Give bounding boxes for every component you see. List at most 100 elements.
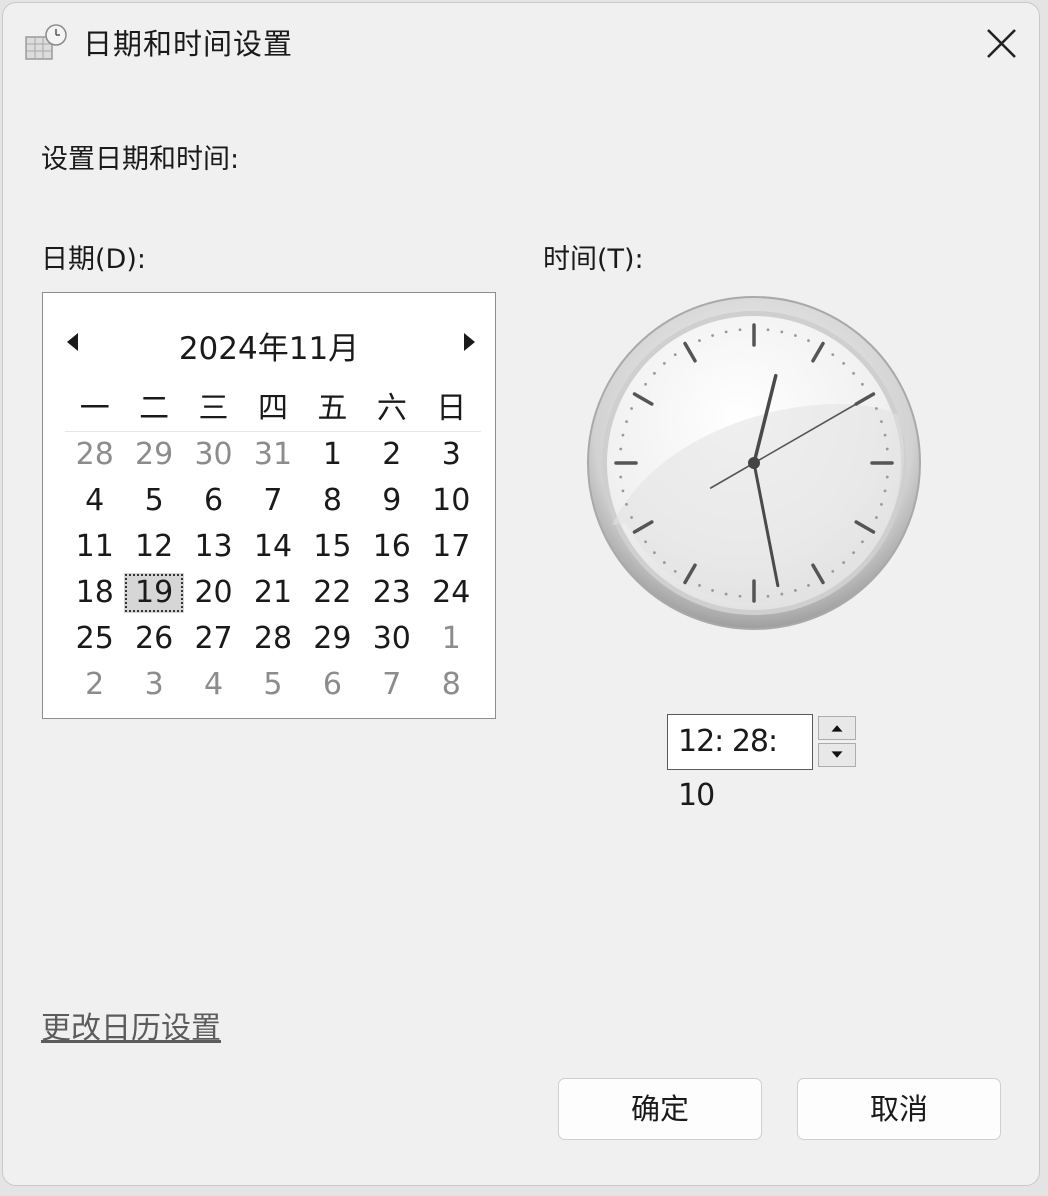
calendar-day[interactable]: 3	[124, 665, 183, 705]
date-time-settings-icon	[25, 24, 67, 60]
calendar-week-row: 25 26 27 28 29 30 1	[65, 616, 481, 662]
weekday-label: 三	[198, 391, 229, 426]
minute-dot	[738, 328, 742, 332]
calendar-day[interactable]: 30	[184, 435, 243, 475]
calendar-day[interactable]: 6	[303, 665, 362, 705]
weekday-label: 一	[79, 391, 110, 426]
calendar-day[interactable]: 20	[184, 573, 243, 613]
calendar-day[interactable]: 5	[124, 481, 183, 521]
calendar-day[interactable]: 15	[303, 527, 362, 567]
calendar-day[interactable]: 4	[184, 665, 243, 705]
minute-dot	[766, 328, 770, 332]
minute-dot	[621, 433, 625, 437]
calendar-week-row: 2345678	[65, 662, 481, 708]
calendar-day[interactable]: 7	[362, 665, 421, 705]
next-month-icon[interactable]	[451, 321, 485, 363]
analog-clock	[587, 296, 921, 630]
calendar-day[interactable]: 25	[65, 619, 124, 659]
month-calendar[interactable]: 2024年11月 一二三四五六日 28 29 30 31 1 2 3 4 5 6 7 8 9 10 11 12 1…	[42, 292, 496, 719]
calendar-day[interactable]: 28	[65, 435, 124, 475]
minute-dot	[880, 503, 883, 506]
calendar-day[interactable]: 23	[362, 573, 421, 613]
calendar-day[interactable]: 8	[303, 481, 362, 521]
window-title: 日期和时间设置	[83, 27, 294, 61]
calendar-day[interactable]: 17	[422, 527, 481, 567]
weekday-label: 五	[317, 391, 348, 426]
calendar-grid: 一二三四五六日 28 29 30 31 1 2 3 4 5 6 7 8 9 10 11 12 13 14 15 16 17…	[65, 379, 481, 708]
calendar-day[interactable]: 10	[422, 481, 481, 521]
minute-dot	[883, 433, 887, 437]
calendar-day[interactable]: 5	[243, 665, 302, 705]
minute-dot	[780, 592, 784, 596]
calendar-day[interactable]: 2	[362, 435, 421, 475]
minute-dot	[807, 584, 810, 587]
minute-dot	[662, 362, 666, 365]
time-input[interactable]: 12: 28: 10	[667, 714, 813, 813]
title-bar: 日期和时间设置	[3, 3, 1039, 83]
calendar-day[interactable]: 26	[124, 619, 183, 659]
minute-dot	[711, 334, 714, 337]
minute-dot	[653, 371, 656, 375]
calendar-day[interactable]: 29	[303, 619, 362, 659]
minute-dot	[780, 330, 784, 334]
calendar-day[interactable]: 16	[362, 527, 421, 567]
calendar-day[interactable]: 28	[243, 619, 302, 659]
section-heading: 设置日期和时间:	[41, 144, 240, 175]
minute-dot	[662, 561, 666, 564]
minute-dot	[852, 371, 855, 375]
minute-dot	[625, 420, 628, 423]
minute-dot	[724, 592, 728, 596]
change-calendar-settings-link[interactable]: 更改日历设置	[41, 1003, 221, 1047]
minute-dot	[861, 540, 864, 544]
date-label: 日期(D):	[41, 244, 146, 275]
minute-dot	[738, 594, 742, 598]
calendar-week-row: 4 5 6 7 8 9 10	[65, 478, 481, 524]
calendar-day[interactable]: 11	[65, 527, 124, 567]
calendar-day-selected[interactable]: 19	[124, 573, 184, 613]
calendar-day[interactable]: 3	[422, 435, 481, 475]
calendar-day[interactable]: 21	[243, 573, 302, 613]
weekday-label: 二	[139, 391, 170, 426]
weekday-label: 四	[257, 391, 288, 426]
calendar-day[interactable]: 4	[65, 481, 124, 521]
calendar-day[interactable]: 24	[422, 573, 481, 613]
minute-dot	[619, 447, 623, 451]
calendar-day[interactable]: 31	[243, 435, 302, 475]
calendar-day[interactable]: 6	[184, 481, 243, 521]
minute-dot	[852, 551, 855, 555]
calendar-day[interactable]: 29	[124, 435, 183, 475]
ok-button[interactable]: 确定	[558, 1078, 762, 1140]
calendar-day[interactable]: 7	[243, 481, 302, 521]
minute-dot	[644, 540, 647, 544]
cancel-button[interactable]: 取消	[797, 1078, 1001, 1140]
minute-dot	[885, 447, 889, 451]
minute-dot	[619, 475, 623, 479]
minute-dot	[794, 334, 797, 337]
minute-dot	[625, 503, 628, 506]
calendar-day[interactable]: 18	[65, 573, 124, 613]
calendar-month-title[interactable]: 2024年11月	[43, 323, 495, 368]
calendar-day[interactable]: 22	[303, 573, 362, 613]
calendar-day[interactable]: 30	[362, 619, 421, 659]
minute-dot	[711, 589, 714, 592]
calendar-day[interactable]: 27	[184, 619, 243, 659]
time-spinner	[818, 716, 858, 768]
calendar-day[interactable]: 1	[422, 619, 481, 659]
minute-dot	[861, 382, 864, 386]
calendar-day[interactable]: 8	[422, 665, 481, 705]
calendar-week-row: 28 29 30 31 1 2 3	[65, 432, 481, 478]
calendar-day[interactable]: 9	[362, 481, 421, 521]
minute-dot	[630, 516, 633, 519]
calendar-day[interactable]: 12	[124, 527, 183, 567]
minute-dot	[807, 339, 810, 342]
calendar-day[interactable]: 1	[303, 435, 362, 475]
minute-dot	[883, 489, 887, 493]
minute-dot	[794, 589, 797, 592]
spin-down-icon[interactable]	[818, 743, 856, 767]
calendar-day[interactable]: 2	[65, 665, 124, 705]
spin-up-icon[interactable]	[818, 716, 856, 740]
calendar-day[interactable]: 14	[243, 527, 302, 567]
close-icon[interactable]	[961, 15, 1031, 71]
minute-dot	[621, 489, 625, 493]
calendar-day[interactable]: 13	[184, 527, 243, 567]
